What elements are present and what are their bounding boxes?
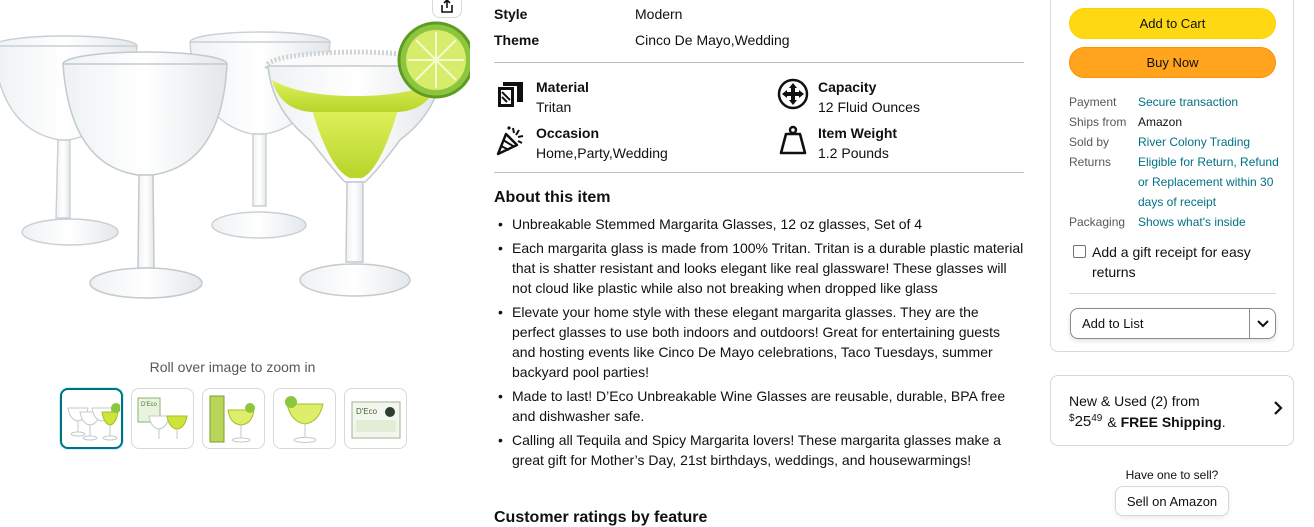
returns-link[interactable]: Eligible for Return, Refund or Replaceme… <box>1138 152 1289 212</box>
capacity-icon <box>776 77 810 111</box>
weight-icon <box>776 123 810 157</box>
feature-title: Occasion <box>536 125 600 141</box>
spec-value: Modern <box>635 6 683 22</box>
thumbnail-box-glasses-image: D'Eco <box>137 397 188 439</box>
list-item: Each margarita glass is made from 100% T… <box>494 238 1024 298</box>
divider <box>494 172 1024 173</box>
list-item: Unbreakable Stemmed Margarita Glasses, 1… <box>494 214 1024 234</box>
price-whole: 25 <box>1074 413 1092 430</box>
offers-price: $ 25 49 & FREE Shipping. <box>1069 413 1226 431</box>
spec-label: Style <box>494 6 528 22</box>
feature-title: Capacity <box>818 79 877 95</box>
shipping-text: & FREE Shipping. <box>1107 413 1225 431</box>
feature-capacity: Capacity 12 Fluid Ounces <box>776 77 920 117</box>
add-to-list-label: Add to List <box>1082 316 1144 331</box>
material-icon <box>494 77 528 111</box>
info-key: Sold by <box>1069 135 1110 149</box>
buy-box-info: Payment Secure transaction Ships from Am… <box>1069 92 1289 232</box>
gift-receipt-checkbox[interactable] <box>1073 245 1086 258</box>
feature-value: 1.2 Pounds <box>818 145 889 161</box>
thumbnail-green-box-image <box>209 395 255 442</box>
zoom-hint: Roll over image to zoom in <box>149 359 316 375</box>
thumbnail-3[interactable] <box>202 388 265 449</box>
info-row-sold-by: Sold by River Colony Trading <box>1069 132 1289 152</box>
divider <box>494 62 1024 63</box>
thumb-brand-label: D'Eco <box>141 402 157 408</box>
list-item: Elevate your home style with these elega… <box>494 302 1024 382</box>
thumbnail-1[interactable] <box>60 388 123 449</box>
info-key: Ships from <box>1069 115 1127 129</box>
thumbnail-single-glass-image <box>284 395 324 443</box>
image-gallery: Roll over image to zoom in D'Eco D'Eco <box>0 0 475 527</box>
occasion-icon <box>494 123 528 157</box>
new-and-used-offers[interactable]: New & Used (2) from $ 25 49 & FREE Shipp… <box>1050 375 1294 446</box>
thumb-brand-label: D'Eco <box>356 407 378 416</box>
buy-now-button[interactable]: Buy Now <box>1069 47 1276 78</box>
thumbnail-package-image: D'Eco <box>351 401 400 438</box>
share-icon <box>441 0 453 13</box>
info-key: Packaging <box>1069 215 1126 229</box>
list-item: Made to last! D’Eco Unbreakable Wine Gla… <box>494 386 1024 426</box>
main-product-image[interactable] <box>0 0 475 340</box>
sell-question: Have one to sell? <box>1125 468 1219 482</box>
shipping-suffix: . <box>1221 414 1226 430</box>
feature-value: Tritan <box>536 99 572 115</box>
divider <box>1069 293 1276 294</box>
add-to-cart-button[interactable]: Add to Cart <box>1069 8 1276 39</box>
feature-value: 12 Fluid Ounces <box>818 99 920 115</box>
feature-item-weight: Item Weight 1.2 Pounds <box>776 123 897 163</box>
info-key: Payment <box>1069 95 1117 109</box>
feature-material: Material Tritan <box>494 77 589 117</box>
thumbnail-5[interactable]: D'Eco <box>344 388 407 449</box>
info-row-returns: Returns Eligible for Return, Refund or R… <box>1069 152 1289 212</box>
free-shipping-label: FREE Shipping <box>1120 414 1222 430</box>
add-to-list-button[interactable]: Add to List <box>1070 308 1276 339</box>
ratings-title: Customer ratings by feature <box>494 509 708 526</box>
info-row-ships-from: Ships from Amazon <box>1069 112 1289 132</box>
about-title: About this item <box>494 189 611 206</box>
thumbnail-strip: D'Eco D'Eco <box>60 388 407 449</box>
offers-title: New & Used (2) from <box>1069 393 1200 409</box>
info-row-payment: Payment Secure transaction <box>1069 92 1289 112</box>
thumbnail-2[interactable]: D'Eco <box>131 388 194 449</box>
shipping-prefix: & <box>1107 414 1117 430</box>
spec-label: Theme <box>494 32 540 48</box>
thumbnail-glasses-image <box>66 402 120 440</box>
about-bullets: Unbreakable Stemmed Margarita Glasses, 1… <box>494 214 1024 474</box>
spec-value: Cinco De Mayo,Wedding <box>635 32 790 48</box>
info-row-packaging: Packaging Shows what's inside <box>1069 212 1289 232</box>
feature-value: Home,Party,Wedding <box>536 145 668 161</box>
gift-receipt-option[interactable]: Add a gift receipt for easy returns <box>1073 242 1283 282</box>
ships-from-value: Amazon <box>1138 115 1183 129</box>
margarita-glasses-image <box>0 21 475 299</box>
gift-receipt-label: Add a gift receipt for easy returns <box>1092 244 1251 280</box>
feature-title: Item Weight <box>818 125 898 141</box>
sell-on-amazon-button[interactable]: Sell on Amazon <box>1115 486 1229 516</box>
price-fraction: 49 <box>1091 413 1103 424</box>
thumbnail-4[interactable] <box>273 388 336 449</box>
chevron-down-icon[interactable] <box>1249 309 1275 338</box>
secure-transaction-link[interactable]: Secure transaction <box>1138 92 1289 112</box>
chevron-right-icon <box>1273 400 1283 419</box>
list-item: Calling all Tequila and Spicy Margarita … <box>494 430 1024 470</box>
share-button[interactable] <box>432 0 462 18</box>
feature-title: Material <box>536 79 589 95</box>
buy-box: Add to Cart Buy Now Payment Secure trans… <box>1050 0 1294 352</box>
packaging-link[interactable]: Shows what's inside <box>1138 212 1289 232</box>
info-key: Returns <box>1069 155 1112 169</box>
feature-occasion: Occasion Home,Party,Wedding <box>494 123 668 163</box>
seller-link[interactable]: River Colony Trading <box>1138 132 1289 152</box>
